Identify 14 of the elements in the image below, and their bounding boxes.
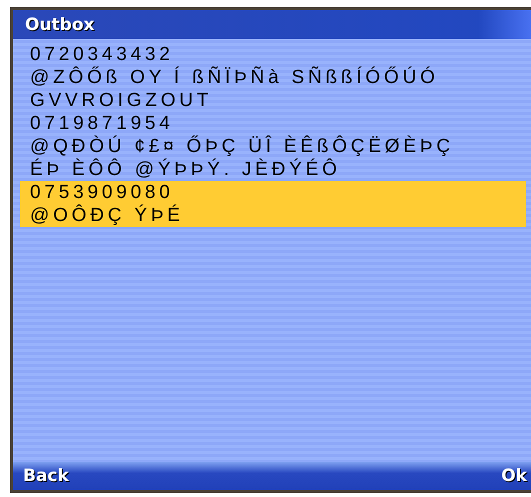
- phone-number: 0753909080: [30, 181, 175, 204]
- message-text: @OÔĐÇ ÝÞÉ: [30, 204, 185, 227]
- phone-number: 0720343432: [30, 43, 175, 66]
- message-text: @ZÔŐß OY Í ßÑÏÞÑà SÑßßÍÓŐÚÓ: [30, 66, 440, 89]
- message-text: ÉÞ ÈÔÔ @ÝÞÞÝ. JÈĐÝÉÔ: [30, 158, 342, 181]
- message-item[interactable]: 0719871954 @QĐÒÚ ¢£¤ ŐÞÇ ÜÎ ÈÊßÔÇËØÈÞÇ ÉÞ ÈÔÔ @ÝÞÞÝ. JÈĐÝÉÔ: [20, 112, 526, 181]
- message-item[interactable]: 0720343432 @ZÔŐß OY Í ßÑÏÞÑà SÑßßÍÓŐÚÓ GVVROIGZOUT: [20, 43, 526, 112]
- message-item[interactable]: 0753909080 @OÔĐÇ ÝÞÉ: [20, 181, 526, 227]
- window-title: Outbox: [25, 14, 94, 34]
- back-softkey[interactable]: Back: [23, 466, 69, 486]
- message-text: @QĐÒÚ ¢£¤ ŐÞÇ ÜÎ ÈÊßÔÇËØÈÞÇ: [30, 135, 455, 158]
- message-text: GVVROIGZOUT: [30, 89, 214, 112]
- ok-softkey[interactable]: Ok: [501, 466, 527, 486]
- phone-number: 0719871954: [30, 112, 175, 135]
